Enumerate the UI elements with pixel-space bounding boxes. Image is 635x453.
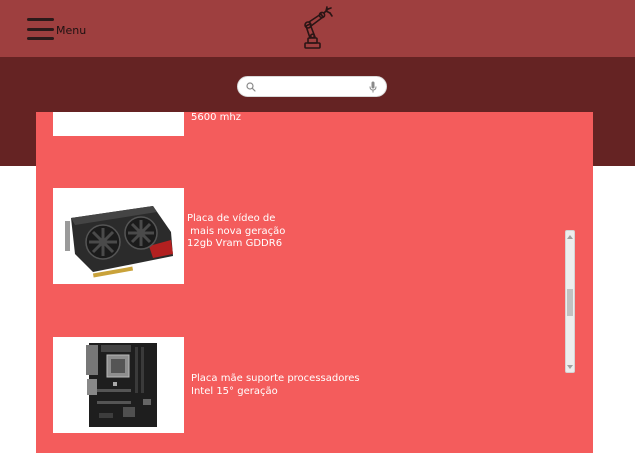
product-image-1[interactable] xyxy=(53,112,184,136)
scroll-up-arrow-icon[interactable] xyxy=(566,232,574,241)
product-description-2[interactable]: Placa de vídeo de mais nova geração 12gb… xyxy=(187,213,285,251)
top-header: Menu xyxy=(0,0,635,57)
microphone-icon[interactable] xyxy=(369,81,377,93)
motherboard-image[interactable] xyxy=(53,337,184,433)
scrollbar[interactable] xyxy=(565,230,575,373)
product-panel: 5600 mhz Placa de vídeo de mais nova ger… xyxy=(36,112,593,453)
menu-label: Menu xyxy=(56,24,87,37)
search-input[interactable] xyxy=(260,79,368,95)
menu-button[interactable]: Menu xyxy=(27,16,89,42)
search-icon[interactable] xyxy=(246,82,256,92)
scrollbar-thumb[interactable] xyxy=(567,289,573,316)
product-description-1[interactable]: 5600 mhz xyxy=(191,112,241,125)
product-description-3[interactable]: Placa mãe suporte processadores Intel 15… xyxy=(191,373,360,398)
graphics-card-image[interactable] xyxy=(53,188,184,284)
scroll-down-arrow-icon[interactable] xyxy=(566,362,574,371)
hamburger-icon xyxy=(27,17,54,41)
robot-arm-logo-icon[interactable] xyxy=(297,5,335,50)
page: Menu 5600 mhz Placa de vídeo de mais nov… xyxy=(0,0,635,453)
search-bar[interactable] xyxy=(237,76,387,97)
